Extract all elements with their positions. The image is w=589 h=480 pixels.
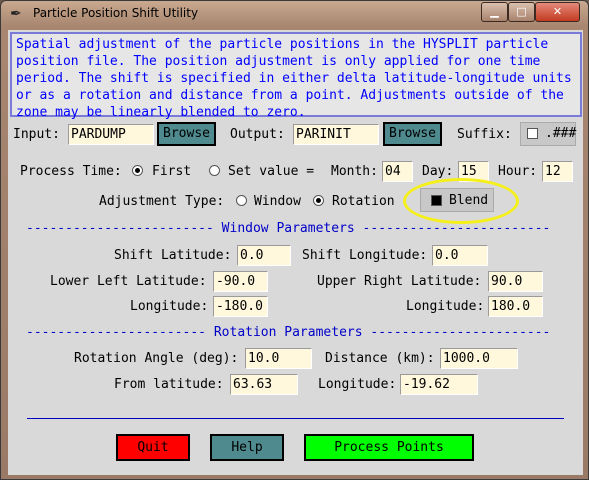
from-longitude-label: Longitude: [318, 377, 397, 392]
shift-longitude-field[interactable]: 0.0 [432, 245, 488, 266]
rotation-angle-label: Rotation Angle (deg): [74, 351, 239, 366]
suffix-checkbox[interactable] [527, 128, 538, 139]
suffix-value: .### [545, 126, 577, 141]
lower-left-longitude-field[interactable]: -180.0 [213, 296, 268, 317]
suffix-toggle[interactable]: .### [520, 122, 576, 146]
upper-right-latitude-label: Upper Right Latitude: [317, 274, 482, 289]
process-first-label: First [152, 164, 192, 179]
process-points-button[interactable]: Process Points [304, 434, 474, 461]
from-latitude-field[interactable]: 63.63 [230, 374, 298, 395]
adjust-window-label: Window [254, 194, 301, 209]
close-button[interactable]: ✕ [535, 2, 580, 22]
process-set-value-label: Set value = [228, 164, 315, 179]
minimize-button[interactable]: ▁ [481, 2, 508, 22]
distance-field[interactable]: 1000.0 [440, 348, 518, 369]
adjustment-type-label: Adjustment Type: [99, 194, 225, 209]
shift-latitude-field[interactable]: 0.0 [237, 245, 291, 266]
hour-label: Hour: [498, 164, 538, 179]
rotation-angle-field[interactable]: 10.0 [245, 348, 312, 369]
process-time-label: Process Time: [20, 164, 122, 179]
input-label: Input: [13, 127, 60, 142]
shift-latitude-label: Shift Latitude: [114, 248, 232, 263]
adjust-rotation-label: Rotation [332, 194, 395, 209]
day-label: Day: [422, 164, 454, 179]
from-latitude-label: From latitude: [114, 377, 224, 392]
adjust-window-radio[interactable] [236, 195, 247, 206]
from-longitude-field[interactable]: -19.62 [400, 374, 478, 395]
month-field[interactable]: 04 [382, 161, 413, 182]
process-set-value-radio[interactable] [209, 165, 220, 176]
lower-left-latitude-field[interactable]: -90.0 [213, 271, 268, 292]
upper-right-longitude-label: Longitude: [406, 299, 485, 314]
rotation-parameters-header: ----------------------- Rotation Paramet… [26, 325, 551, 340]
quit-button[interactable]: Quit [116, 434, 190, 461]
title-bar[interactable]: ✒ Particle Position Shift Utility ▁ □ ✕ [1, 1, 588, 27]
upper-right-longitude-field[interactable]: 180.0 [488, 296, 543, 317]
suffix-label: Suffix: [457, 127, 512, 142]
hour-field[interactable]: 12 [542, 161, 573, 182]
month-label: Month: [331, 164, 378, 179]
maximize-button[interactable]: □ [508, 2, 535, 22]
help-button[interactable]: Help [210, 434, 284, 461]
divider-line [27, 418, 564, 419]
lower-left-latitude-label: Lower Left Latitude: [50, 274, 207, 289]
process-first-radio[interactable] [132, 165, 143, 176]
shift-longitude-label: Shift Longitude: [302, 248, 428, 263]
blend-checkbox[interactable] [431, 195, 442, 206]
description-text: Spatial adjustment of the particle posit… [10, 32, 582, 120]
main-panel: Spatial adjustment of the particle posit… [8, 30, 583, 475]
window-title: Particle Position Shift Utility [33, 6, 199, 20]
output-file-field[interactable]: PARINIT [293, 124, 379, 145]
output-browse-button[interactable]: Browse [383, 122, 442, 146]
input-file-field[interactable]: PARDUMP [68, 124, 154, 145]
output-label: Output: [230, 127, 285, 142]
upper-right-latitude-field[interactable]: 90.0 [488, 271, 543, 292]
input-browse-button[interactable]: Browse [157, 122, 216, 146]
adjust-rotation-radio[interactable] [313, 195, 324, 206]
distance-label: Distance (km): [325, 351, 435, 366]
blend-label: Blend [449, 193, 489, 208]
feather-icon: ✒ [10, 6, 22, 22]
window-parameters-header: ------------------------ Window Paramete… [26, 221, 551, 236]
lower-left-longitude-label: Longitude: [130, 299, 209, 314]
app-window: ✒ Particle Position Shift Utility ▁ □ ✕ … [0, 0, 589, 480]
blend-toggle[interactable]: Blend [420, 188, 494, 212]
